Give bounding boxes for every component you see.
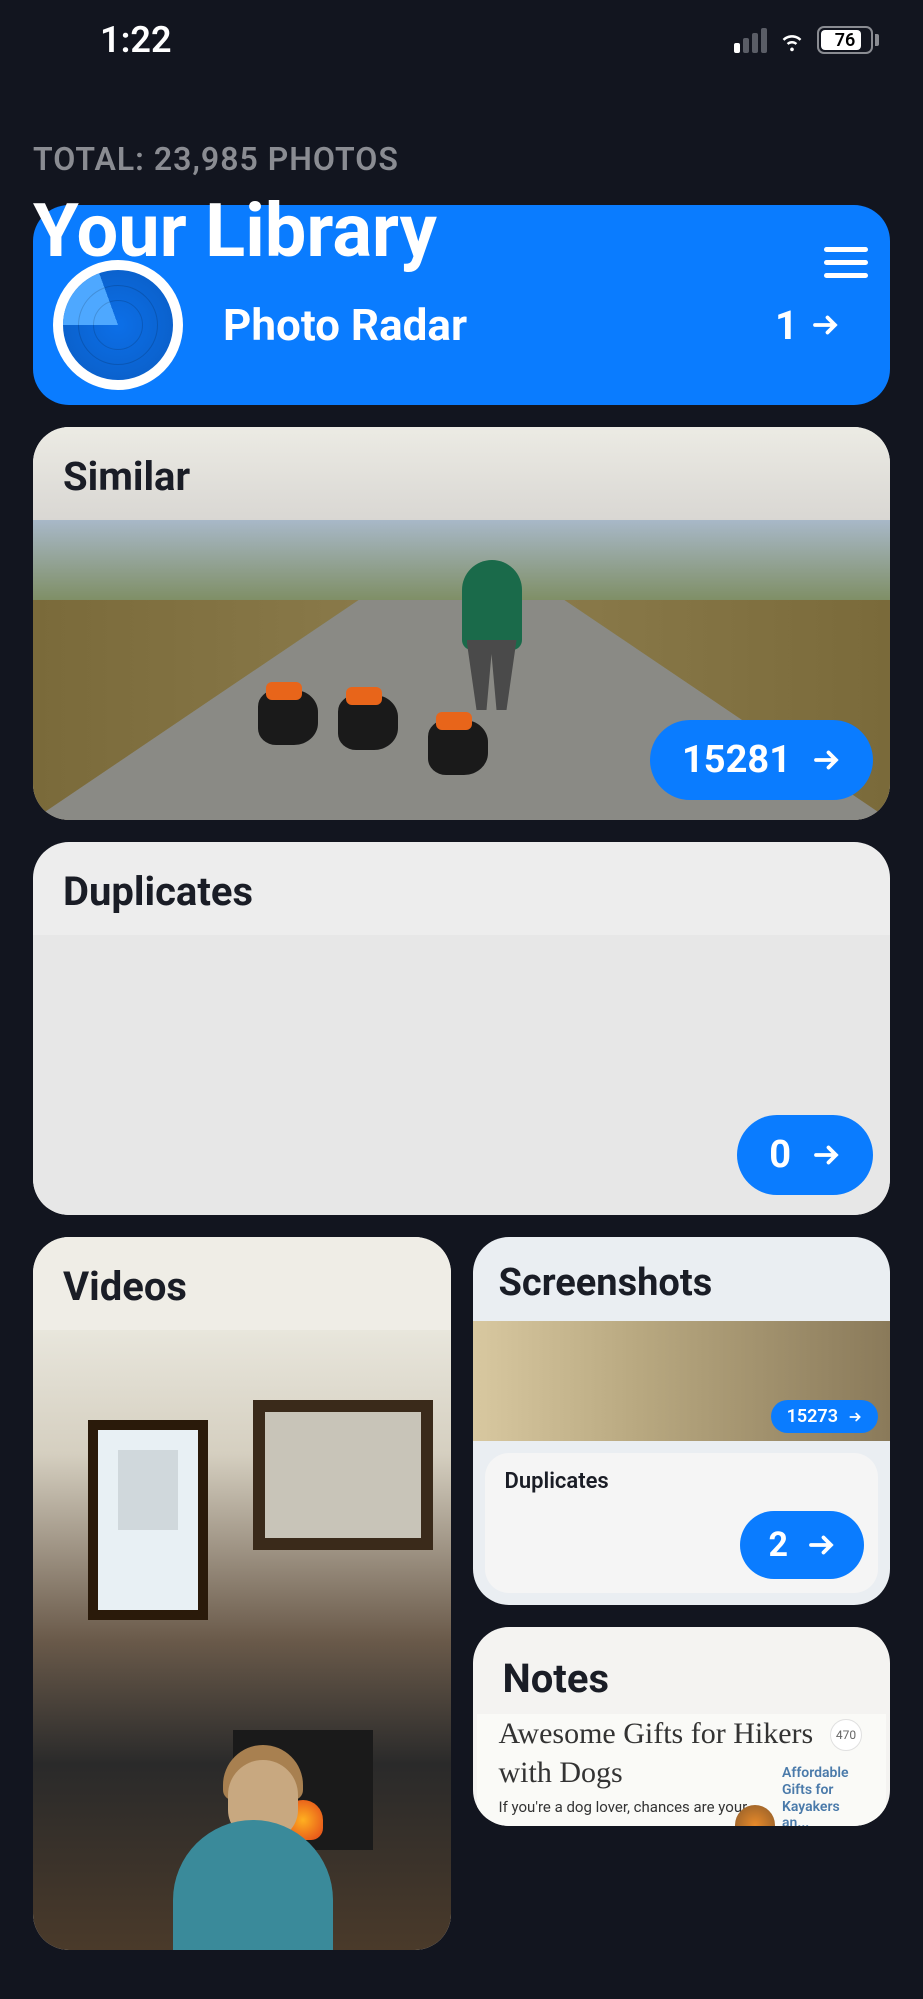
arrow-right-icon xyxy=(810,310,840,340)
status-indicators: 76 xyxy=(734,25,873,55)
arrow-right-icon xyxy=(848,1410,862,1424)
screenshots-dup-count-value: 2 xyxy=(768,1525,788,1565)
page-title: Your Library xyxy=(33,188,890,275)
radar-count-value: 1 xyxy=(775,302,798,349)
screenshots-duplicates-label: Duplicates xyxy=(505,1469,863,1494)
notes-badge: 470 xyxy=(830,1719,862,1751)
wifi-icon xyxy=(777,25,807,55)
radar-icon xyxy=(53,260,183,390)
similar-count-button[interactable]: 15281 xyxy=(650,720,873,800)
screenshots-title: Screenshots xyxy=(473,1237,891,1321)
cellular-signal-icon xyxy=(734,27,767,53)
duplicates-count-button[interactable]: 0 xyxy=(737,1115,873,1195)
status-bar: 1:22 76 xyxy=(0,0,923,80)
status-time: 1:22 xyxy=(100,19,172,61)
videos-title: Videos xyxy=(33,1237,451,1330)
menu-icon[interactable] xyxy=(824,247,868,278)
screenshots-preview-image: 15273 xyxy=(473,1321,891,1441)
photo-radar-title: Photo Radar xyxy=(223,299,467,351)
similar-count-value: 15281 xyxy=(682,738,791,782)
arrow-right-icon xyxy=(806,1530,836,1560)
videos-card[interactable]: Videos xyxy=(33,1237,451,1950)
screenshots-duplicates-row[interactable]: Duplicates 2 xyxy=(485,1453,879,1593)
videos-preview-image xyxy=(33,1330,451,1950)
screenshots-card[interactable]: Screenshots 15273 Duplicates 2 xyxy=(473,1237,891,1605)
screenshots-inner-count-value: 15273 xyxy=(787,1406,838,1427)
screenshots-inner-count[interactable]: 15273 xyxy=(771,1400,878,1433)
notes-card[interactable]: Notes Awesome Gifts for Hikers with Dogs… xyxy=(473,1627,891,1826)
duplicates-title: Duplicates xyxy=(33,842,890,935)
duplicates-count-value: 0 xyxy=(769,1133,791,1177)
photo-radar-count[interactable]: 1 xyxy=(775,302,840,349)
similar-card[interactable]: Similar 15281 xyxy=(33,427,890,820)
battery-indicator: 76 xyxy=(817,26,873,54)
similar-title: Similar xyxy=(33,427,890,520)
arrow-right-icon xyxy=(811,745,841,775)
battery-percent: 76 xyxy=(835,30,856,51)
notes-title: Notes xyxy=(473,1627,891,1714)
duplicates-card[interactable]: Duplicates 0 xyxy=(33,842,890,1215)
total-photos-label: TOTAL: 23,985 PHOTOS xyxy=(33,140,890,178)
arrow-right-icon xyxy=(811,1140,841,1170)
screenshots-duplicates-count-button[interactable]: 2 xyxy=(740,1511,864,1579)
notes-related-link[interactable]: Affordable Gifts for Kayakers an... xyxy=(782,1765,862,1826)
